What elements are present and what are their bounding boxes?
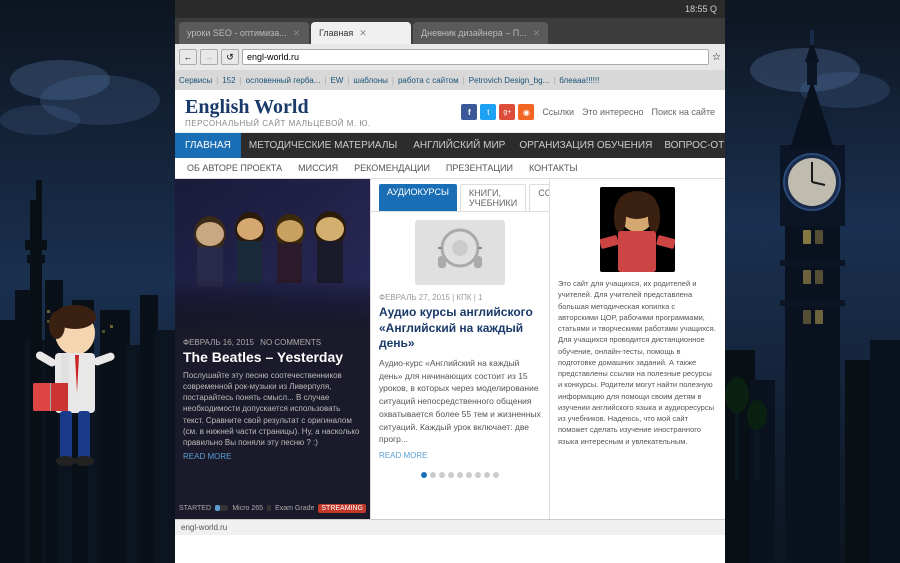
bookmark-templates[interactable]: шаблоны [353,76,387,85]
site-subtitle: ПЕРСОНАЛЬНЫЙ САЙТ МАЛЬЦЕВОЙ М. Ю. [185,119,453,128]
browser-tab-inactive-2[interactable]: Дневник дизайнера – П... ✕ [413,22,548,44]
nav-main-methods[interactable]: МЕТОДИЧЕСКИЕ МАТЕРИАЛЫ [241,133,405,158]
nav-main-organize[interactable]: ОРГАНИЗАЦИЯ ОБУЧЕНИЯ [513,133,658,158]
nav-main-english[interactable]: АНГЛИЙСКИЙ МИР [405,133,513,158]
bookmark-bleaaa[interactable]: блеааа!!!!!! [559,76,599,85]
article-meta: ФЕВРАЛЬ 27, 2015 | КПК | 1 [379,293,541,302]
status-url: engl-world.ru [181,523,227,532]
page-dot-1[interactable] [421,472,427,478]
page-dot-9[interactable] [493,472,499,478]
social-googleplus[interactable]: g+ [499,104,515,120]
browser-tab-inactive-1[interactable]: уроки SEO - оптимиза... ✕ [179,22,309,44]
featured-text: Послушайте эту песню соотечественников с… [183,370,362,448]
top-link-search[interactable]: Поиск на сайте [652,107,715,117]
featured-title: The Beatles – Yesterday [183,349,362,366]
tab-audiocourses[interactable]: АУДИОКУРСЫ [379,184,457,211]
tab-close-active[interactable]: ✕ [359,28,367,39]
secondary-nav-recom[interactable]: РЕКОМЕНДАЦИИ [346,161,438,175]
back-button[interactable]: ← [179,49,197,65]
tab-books[interactable]: КНИГИ, УЧЕБНИКИ [460,184,526,211]
social-twitter[interactable]: t [480,104,496,120]
featured-readmore[interactable]: READ MORE [183,452,362,461]
social-rss[interactable]: ◉ [518,104,534,120]
article-image [415,220,505,285]
sidebar-about-text: Это сайт для учащихся, их родителей и уч… [558,278,717,447]
tab-close-2[interactable]: ✕ [533,28,541,39]
refresh-button[interactable]: ↺ [221,49,239,65]
top-link-interesting[interactable]: Это интересно [582,107,644,117]
tab-close-1[interactable]: ✕ [293,28,301,39]
bookmark-gerb[interactable]: ословенный герба... [246,76,321,85]
progress-started: STARTED [179,505,211,512]
bookmark-work[interactable]: работа с сайтом [398,76,459,85]
browser-tab-active[interactable]: Главная ✕ [311,22,411,44]
secondary-nav-about[interactable]: ОБ АВТОРЕ ПРОЕКТА [179,161,290,175]
secondary-nav-mission[interactable]: МИССИЯ [290,161,346,175]
social-facebook[interactable]: f [461,104,477,120]
system-time: 18:55 Q [685,4,717,14]
page-dot-2[interactable] [430,472,436,478]
tab-links[interactable]: ССЫЛКИ [529,184,550,211]
bookmark-petrovich[interactable]: Petrovich Design_bg... [469,76,550,85]
page-dot-4[interactable] [448,472,454,478]
article-text: Аудио-курс «Английский на каждый день» д… [379,357,541,446]
progress-micro: Micro 265 [232,505,263,512]
progress-streaming: STREAMING [318,504,366,513]
bookmark-ew[interactable]: EW [330,76,343,85]
site-title: English World [185,96,453,119]
page-dot-3[interactable] [439,472,445,478]
page-dot-8[interactable] [484,472,490,478]
secondary-nav-present[interactable]: ПРЕЗЕНТАЦИИ [438,161,521,175]
page-dot-5[interactable] [457,472,463,478]
featured-meta: ФЕВРАЛЬ 16, 2015 NO COMMENTS [183,338,362,347]
nav-main-home[interactable]: ГЛАВНАЯ [175,133,241,158]
nav-main-qa[interactable]: ВОПРОС-ОТВЕТ [658,133,725,158]
bookmark-services[interactable]: Сервисы [179,76,212,85]
article-readmore[interactable]: READ MORE [379,451,541,460]
progress-exam: Exam Grade [275,505,314,512]
author-photo [600,187,675,272]
article-title: Аудио курсы английского «Английский на к… [379,305,541,352]
bookmark-152[interactable]: 152 [222,76,235,85]
star-button[interactable]: ☆ [712,52,721,63]
page-dot-6[interactable] [466,472,472,478]
top-link-links[interactable]: Ссылки [542,107,574,117]
secondary-nav-contacts[interactable]: КОНТАКТЫ [521,161,586,175]
url-bar[interactable] [242,49,709,65]
forward-button[interactable]: → [200,49,218,65]
page-dot-7[interactable] [475,472,481,478]
